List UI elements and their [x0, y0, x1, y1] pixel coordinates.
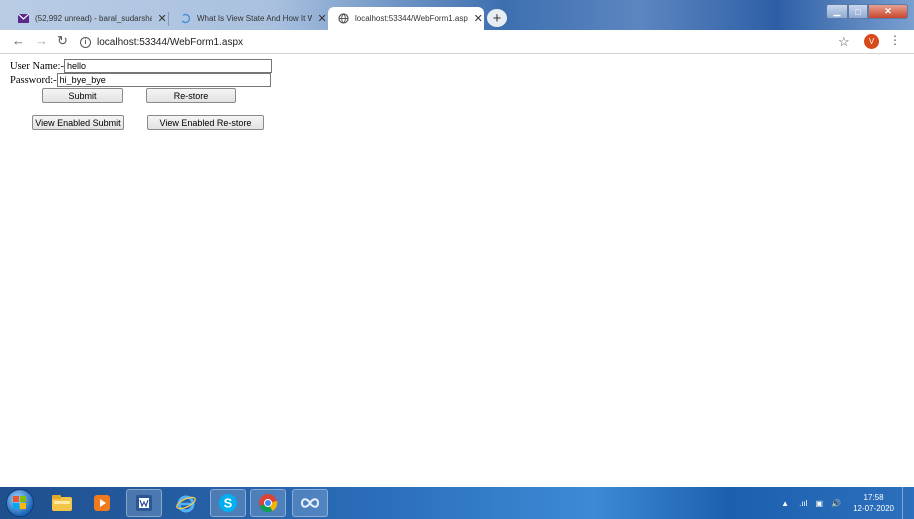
windows-taskbar: S ▲ .ııl ▣ 🔊 17:58 12-07-2020	[0, 487, 914, 519]
tab-viewstate-article[interactable]: What Is View State And How It W ✕	[170, 7, 328, 30]
view-enabled-submit-button[interactable]: View Enabled Submit	[32, 115, 124, 130]
taskbar-internet-explorer[interactable]	[168, 489, 204, 517]
submit-button[interactable]: Submit	[42, 88, 123, 103]
bookmark-star-icon[interactable]: ☆	[838, 34, 850, 50]
close-window-button[interactable]: ✕	[868, 4, 908, 19]
start-button[interactable]	[6, 489, 34, 517]
username-label: User Name:-	[10, 60, 64, 72]
password-input[interactable]	[56, 73, 271, 87]
browser-tab-strip: (52,992 unread) - baral_sudarshan ✕ What…	[0, 0, 914, 30]
globe-icon	[338, 13, 349, 24]
page-content: User Name:- Password:- Submit Re-store V…	[0, 55, 914, 487]
username-input[interactable]	[63, 59, 272, 73]
window-controls: ▁ □ ✕	[826, 4, 908, 19]
tab-localhost[interactable]: localhost:53344/WebForm1.aspx ✕	[328, 7, 484, 30]
network-icon[interactable]: ▣	[816, 499, 824, 508]
signal-icon[interactable]: .ııl	[799, 499, 807, 508]
show-desktop-button[interactable]	[902, 487, 914, 519]
word-icon	[136, 495, 152, 511]
minimize-button[interactable]: ▁	[826, 4, 848, 19]
system-tray: ▲ .ııl ▣ 🔊 17:58 12-07-2020	[781, 492, 894, 514]
username-row: User Name:-	[10, 59, 272, 73]
taskbar-word[interactable]	[126, 489, 162, 517]
reload-icon[interactable]: ↻	[57, 33, 68, 49]
taskbar-explorer[interactable]	[44, 489, 80, 517]
browser-toolbar: ← → ↻ i localhost:53344/WebForm1.aspx ☆ …	[0, 30, 914, 54]
chrome-icon	[259, 494, 278, 513]
tab-separator	[168, 12, 169, 26]
tab-title: (52,992 unread) - baral_sudarshan	[35, 14, 153, 23]
tray-expand-icon[interactable]: ▲	[781, 499, 789, 508]
taskbar-infinity-app[interactable]	[292, 489, 328, 517]
clock-time: 17:58	[863, 493, 884, 502]
password-label: Password:-	[10, 74, 57, 86]
new-tab-button[interactable]: +	[487, 9, 507, 27]
taskbar-chrome[interactable]	[250, 489, 286, 517]
maximize-button[interactable]: □	[848, 4, 868, 19]
forward-arrow-icon[interactable]: →	[35, 33, 48, 48]
restore-button[interactable]: Re-store	[146, 88, 236, 103]
internet-explorer-icon	[176, 495, 196, 513]
tab-gmail[interactable]: (52,992 unread) - baral_sudarshan ✕	[8, 7, 168, 30]
taskbar-media-player[interactable]	[84, 489, 120, 517]
windows-explorer-icon	[52, 495, 72, 511]
menu-kebab-icon[interactable]: ⋮	[889, 33, 901, 47]
windows-logo-icon	[13, 496, 26, 509]
back-arrow-icon[interactable]: ←	[12, 33, 25, 48]
gmail-icon	[18, 13, 29, 24]
taskbar-skype[interactable]: S	[210, 489, 246, 517]
address-bar[interactable]: i localhost:53344/WebForm1.aspx	[80, 34, 243, 50]
profile-avatar[interactable]: V	[864, 34, 879, 49]
tab-title: localhost:53344/WebForm1.aspx	[355, 14, 469, 23]
svg-text:S: S	[224, 496, 233, 511]
url-text: localhost:53344/WebForm1.aspx	[97, 36, 244, 48]
view-enabled-restore-button[interactable]: View Enabled Re-store	[147, 115, 264, 130]
info-icon[interactable]: i	[80, 36, 91, 48]
media-player-icon	[94, 495, 110, 511]
tab-title: What Is View State And How It W	[197, 14, 313, 23]
close-icon[interactable]: ✕	[472, 12, 484, 25]
clock-date: 12-07-2020	[853, 504, 894, 513]
close-icon[interactable]: ✕	[316, 12, 328, 25]
close-icon[interactable]: ✕	[156, 12, 168, 25]
loading-icon	[180, 13, 191, 24]
volume-icon[interactable]: 🔊	[831, 499, 841, 508]
clock[interactable]: 17:58 12-07-2020	[853, 492, 894, 514]
skype-icon: S	[219, 494, 237, 512]
password-row: Password:-	[10, 73, 271, 87]
infinity-app-icon	[300, 498, 320, 508]
